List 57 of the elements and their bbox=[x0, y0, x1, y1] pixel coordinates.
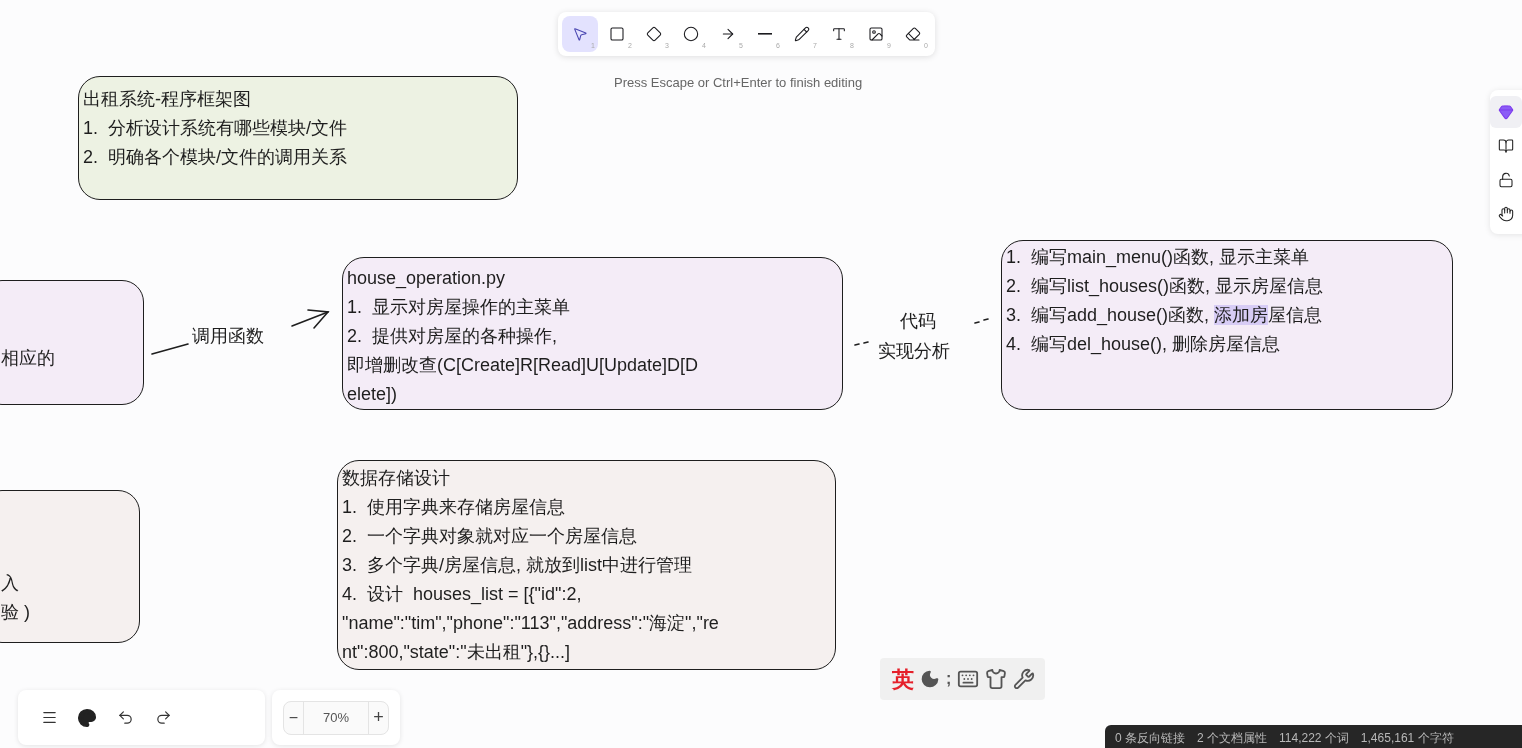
zoom-in-button[interactable]: + bbox=[368, 701, 388, 734]
diamond-icon bbox=[646, 26, 662, 42]
note-text: 1. 使用字典来存储房屋信息 bbox=[342, 496, 565, 519]
palette-icon bbox=[77, 707, 97, 728]
image-icon bbox=[868, 26, 884, 42]
note-text: 3. 编写add_house()函数, 添加房屋信息 bbox=[1006, 304, 1323, 328]
note-text: 2. 一个字典对象就对应一个房屋信息 bbox=[342, 525, 637, 548]
connector-label: 实现分析 bbox=[878, 340, 950, 363]
ime-punctuation[interactable]: ; bbox=[946, 667, 952, 691]
note-text: elete]) bbox=[347, 383, 398, 406]
note-text: "name":"tim","phone":"113","address":"海淀","re bbox=[342, 612, 719, 635]
lock-icon bbox=[1498, 172, 1514, 188]
note-text: 4. 设计 houses_list = [{"id":2, bbox=[342, 583, 582, 607]
status-text: 114,222 个词 bbox=[1279, 730, 1349, 747]
connector-label: 代码 bbox=[900, 310, 936, 333]
circle-icon bbox=[683, 26, 699, 42]
note-text: 2. 明确各个模块/文件的调用关系 bbox=[83, 146, 347, 169]
menu-icon bbox=[40, 709, 58, 726]
note-text: 相应的 bbox=[1, 347, 55, 370]
zoom-out-button[interactable]: − bbox=[284, 701, 304, 734]
note-text: nt":800,"state":"未出租"},{}...] bbox=[342, 641, 571, 664]
eraser-icon bbox=[905, 26, 921, 42]
hand-icon bbox=[1498, 206, 1514, 222]
note-text: 4. 编写del_house(), 删除房屋信息 bbox=[1006, 333, 1281, 357]
undo-icon bbox=[116, 709, 134, 726]
note-text: 即增删改查(C[Create]R[Read]U[Update]D[D bbox=[347, 354, 699, 377]
text-icon bbox=[831, 26, 847, 42]
note-text: 1. 编写main_menu()函数, 显示主菜单 bbox=[1006, 246, 1310, 270]
note-text: 3. 多个字典/房屋信息, 就放到list中进行管理 bbox=[342, 554, 692, 577]
shirt-icon[interactable] bbox=[985, 668, 1008, 690]
pointer-icon bbox=[572, 26, 588, 42]
line-icon bbox=[758, 33, 772, 35]
note-text: 入 bbox=[1, 572, 19, 595]
ime-mode[interactable]: 英 bbox=[892, 662, 914, 696]
note-text: house_operation.py bbox=[347, 267, 506, 291]
note-text: 验 ) bbox=[1, 601, 30, 624]
note-text: 2. 编写list_houses()函数, 显示房屋信息 bbox=[1006, 275, 1324, 299]
status-text: 0 条反向链接 bbox=[1115, 730, 1185, 747]
note-text: 1. 分析设计系统有哪些模块/文件 bbox=[83, 117, 347, 140]
note-text: 出租系统-程序框架图 bbox=[83, 88, 251, 111]
connector-label: 调用函数 bbox=[192, 325, 264, 348]
book-icon bbox=[1498, 138, 1514, 154]
pencil-icon bbox=[794, 26, 810, 42]
zoom-level: 70% bbox=[322, 708, 350, 727]
status-text: 2 个文档属性 bbox=[1197, 730, 1268, 747]
note-text: 2. 提供对房屋的各种操作, bbox=[347, 325, 557, 348]
redo-icon bbox=[154, 709, 172, 726]
gem-icon bbox=[1498, 104, 1514, 120]
moon-icon[interactable] bbox=[920, 669, 940, 689]
wrench-icon[interactable] bbox=[1013, 668, 1036, 690]
note-text: 数据存储设计 bbox=[342, 467, 450, 490]
note-text: 1. 显示对房屋操作的主菜单 bbox=[347, 296, 570, 319]
status-text: 1,465,161 个字符 bbox=[1360, 730, 1454, 747]
square-icon bbox=[609, 26, 625, 42]
side-tool-button[interactable] bbox=[1490, 96, 1522, 128]
keyboard-icon[interactable] bbox=[957, 668, 980, 690]
editing-hint: Press Escape or Ctrl+Enter to finish editing bbox=[614, 74, 863, 92]
